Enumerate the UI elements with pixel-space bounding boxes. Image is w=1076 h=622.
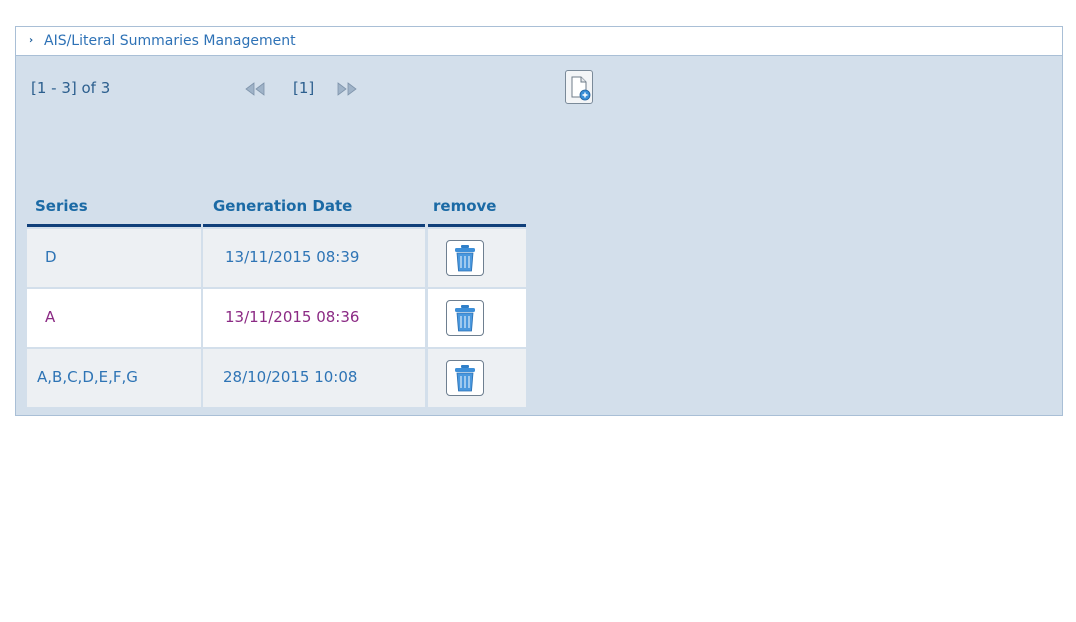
- column-header-date-label: Generation Date: [213, 197, 353, 215]
- page-title[interactable]: AIS/Literal Summaries Management: [44, 33, 296, 49]
- remove-cell: [428, 289, 526, 347]
- trash-icon: [455, 305, 475, 332]
- column-header-remove-label: remove: [433, 197, 497, 215]
- remove-button[interactable]: [446, 240, 484, 276]
- double-left-arrow-icon[interactable]: [244, 82, 266, 96]
- column-header-remove: remove: [428, 191, 526, 227]
- column-header-generation-date[interactable]: Generation Date: [203, 191, 425, 227]
- column-header-series[interactable]: Series: [27, 191, 201, 227]
- double-right-arrow-icon[interactable]: [336, 82, 358, 96]
- new-summary-button[interactable]: [565, 70, 593, 104]
- column-header-series-label: Series: [35, 197, 88, 215]
- trash-icon: [455, 245, 475, 272]
- pager-current-page[interactable]: [1]: [293, 79, 314, 97]
- generation-date-cell[interactable]: 13/11/2015 08:39: [203, 229, 425, 287]
- series-value: A: [45, 308, 56, 326]
- remove-button[interactable]: [446, 300, 484, 336]
- summaries-panel: › AIS/Literal Summaries Management [1 - …: [15, 26, 1063, 416]
- series-cell[interactable]: D: [27, 229, 201, 287]
- pager-range-label: [1 - 3] of 3: [31, 79, 111, 97]
- new-document-icon: [571, 76, 591, 101]
- remove-button[interactable]: [446, 360, 484, 396]
- series-value: A,B,C,D,E,F,G: [37, 368, 138, 386]
- generation-date-cell[interactable]: 13/11/2015 08:36: [203, 289, 425, 347]
- panel-title-bar: › AIS/Literal Summaries Management: [16, 27, 1062, 56]
- trash-icon: [455, 365, 475, 392]
- remove-cell: [428, 229, 526, 287]
- series-value: D: [45, 248, 57, 266]
- title-arrow-icon: ›: [29, 35, 34, 46]
- generation-date-cell[interactable]: 28/10/2015 10:08: [203, 349, 425, 407]
- series-cell[interactable]: A,B,C,D,E,F,G: [27, 349, 201, 407]
- generation-date-value: 13/11/2015 08:36: [225, 308, 360, 326]
- generation-date-value: 28/10/2015 10:08: [223, 368, 358, 386]
- remove-cell: [428, 349, 526, 407]
- series-cell[interactable]: A: [27, 289, 201, 347]
- generation-date-value: 13/11/2015 08:39: [225, 248, 360, 266]
